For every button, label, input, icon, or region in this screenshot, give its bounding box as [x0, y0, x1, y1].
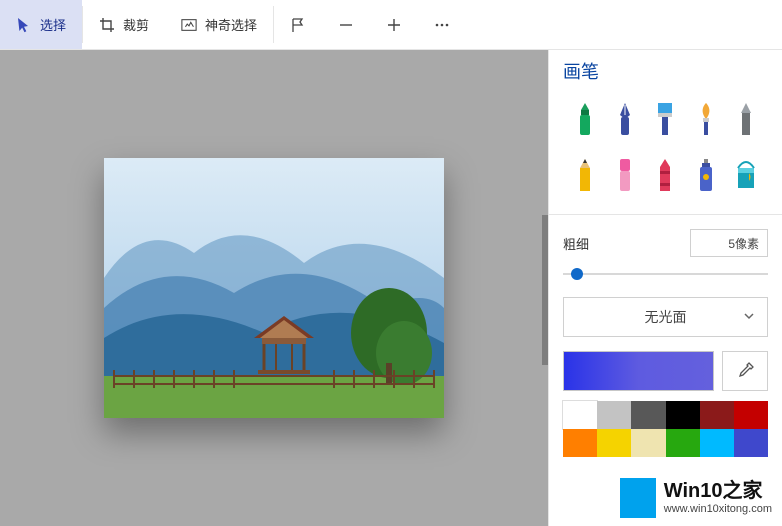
flag-button[interactable]	[274, 0, 322, 49]
slider-track	[563, 273, 768, 275]
minus-icon	[338, 17, 354, 33]
current-color[interactable]	[563, 351, 714, 391]
thickness-value: 5像素	[728, 235, 759, 252]
brush-fill-bucket[interactable]	[726, 158, 766, 192]
texture-label: 无光面	[645, 307, 687, 327]
texture-dropdown[interactable]: 无光面	[563, 297, 768, 337]
chevron-down-icon	[743, 309, 755, 325]
canvas-area[interactable]	[0, 50, 548, 526]
toolbar: 选择 裁剪 神奇选择	[0, 0, 782, 50]
magic-select-icon	[181, 17, 197, 33]
crop-button[interactable]: 裁剪	[83, 0, 165, 49]
thickness-label: 粗细	[563, 234, 589, 253]
select-button[interactable]: 选择	[0, 0, 82, 49]
brush-pencil[interactable]	[565, 158, 605, 192]
color-swatch[interactable]	[734, 429, 768, 457]
windows-logo-icon	[616, 478, 656, 518]
magic-select-label: 神奇选择	[205, 15, 257, 34]
slider-knob[interactable]	[571, 268, 583, 280]
zoom-out-button[interactable]	[322, 0, 370, 49]
thickness-slider[interactable]	[563, 265, 768, 283]
ellipsis-icon	[434, 17, 450, 33]
watermark-title: Win10之家	[664, 481, 772, 501]
color-swatch[interactable]	[631, 429, 665, 457]
crop-icon	[99, 17, 115, 33]
watermark-text: Win10之家 www.win10xitong.com	[664, 481, 772, 515]
panel-divider	[549, 214, 782, 215]
eyedropper-icon	[735, 361, 755, 381]
landscape-illustration	[104, 158, 444, 418]
color-swatch[interactable]	[597, 401, 631, 429]
color-swatch[interactable]	[597, 429, 631, 457]
brush-paint[interactable]	[686, 102, 726, 136]
color-swatch[interactable]	[666, 429, 700, 457]
color-swatch[interactable]	[700, 429, 734, 457]
watermark: Win10之家 www.win10xitong.com	[616, 478, 772, 518]
thickness-input[interactable]: 5像素	[690, 229, 768, 257]
brush-calligraphy-pen[interactable]	[605, 102, 645, 136]
magic-select-button[interactable]: 神奇选择	[165, 0, 273, 49]
brush-marker[interactable]	[565, 102, 605, 136]
more-button[interactable]	[418, 0, 466, 49]
canvas-image[interactable]	[104, 158, 444, 418]
panel-title: 画笔	[563, 50, 768, 98]
color-swatch[interactable]	[563, 401, 597, 429]
brush-spray-can[interactable]	[686, 158, 726, 192]
color-swatch[interactable]	[631, 401, 665, 429]
crop-label: 裁剪	[123, 15, 149, 34]
color-swatch[interactable]	[734, 401, 768, 429]
brush-eraser[interactable]	[605, 158, 645, 192]
brush-pixel-pen[interactable]	[726, 102, 766, 136]
zoom-in-button[interactable]	[370, 0, 418, 49]
brush-flat[interactable]	[645, 102, 685, 136]
color-swatch[interactable]	[563, 429, 597, 457]
color-row	[563, 351, 768, 391]
plus-icon	[386, 17, 402, 33]
cursor-icon	[16, 17, 32, 33]
eyedropper-button[interactable]	[722, 351, 768, 391]
color-swatch[interactable]	[700, 401, 734, 429]
watermark-url: www.win10xitong.com	[664, 503, 772, 515]
brush-panel: 画笔 粗细 5像素 无光面	[548, 50, 782, 526]
select-label: 选择	[40, 15, 66, 34]
scrollbar-thumb[interactable]	[542, 215, 548, 365]
brush-grid	[563, 98, 768, 208]
color-swatch[interactable]	[666, 401, 700, 429]
color-swatches	[563, 401, 768, 457]
thickness-row: 粗细 5像素	[563, 229, 768, 257]
brush-crayon[interactable]	[645, 158, 685, 192]
main-area: 画笔 粗细 5像素 无光面	[0, 50, 782, 526]
flag-icon	[290, 17, 306, 33]
